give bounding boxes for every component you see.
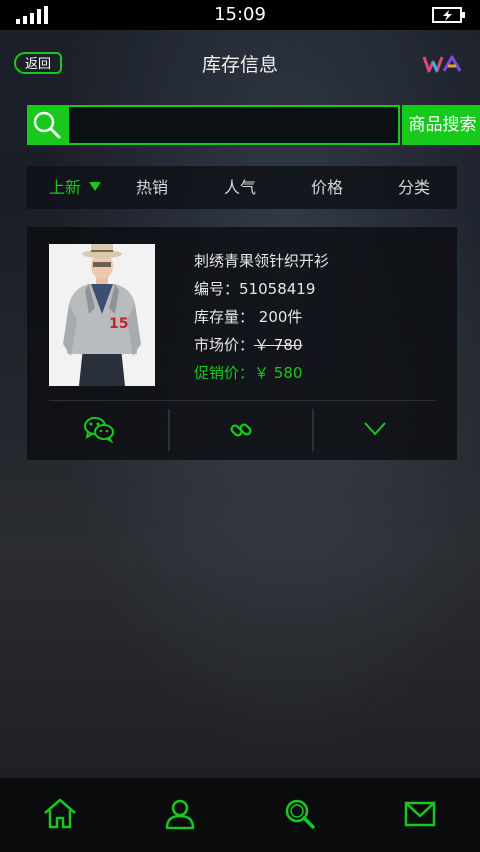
chevron-down-icon	[364, 422, 386, 436]
promo-price: ￥ 580	[254, 364, 303, 382]
stock-row: 库存量： 200件	[194, 303, 444, 331]
tab-new[interactable]: 上新	[35, 166, 115, 209]
nav-search[interactable]	[240, 778, 360, 852]
market-price-label: 市场价：	[194, 336, 255, 354]
header: 返回 库存信息	[0, 30, 480, 94]
market-price-row: 市场价：￥ 780	[194, 331, 444, 359]
search-input[interactable]	[67, 105, 400, 145]
bottom-nav	[0, 778, 480, 852]
promo-price-row: 促销价：￥ 580	[194, 359, 444, 387]
stock-value: 200件	[258, 308, 303, 326]
tab-category[interactable]: 分类	[381, 166, 447, 209]
product-name: 刺绣青果领针织开衫	[194, 252, 330, 270]
home-icon	[44, 798, 76, 829]
expand-button[interactable]	[316, 407, 456, 453]
search-bar: 商品搜索	[27, 105, 480, 145]
filter-tabs: 上新 热销 人气 价格 分类	[27, 166, 457, 209]
chevron-down-icon	[89, 182, 101, 191]
nav-home[interactable]	[0, 778, 120, 852]
tab-hot[interactable]: 热销	[119, 166, 185, 209]
nav-profile[interactable]	[120, 778, 240, 852]
wa-logo-icon	[422, 55, 462, 73]
product-card[interactable]: 15 刺绣青果领针织开衫 编号：51058419 库存量： 200件 市场价：￥…	[27, 227, 457, 460]
stock-label: 库存量：	[194, 308, 255, 326]
mail-icon	[404, 801, 436, 827]
product-code: 51058419	[239, 280, 316, 298]
card-divider	[49, 400, 435, 401]
product-image: 15	[49, 244, 155, 386]
link-icon	[230, 423, 252, 437]
page-title: 库存信息	[201, 54, 278, 76]
promo-price-label: 促销价：	[194, 364, 255, 382]
copy-link-button[interactable]	[172, 407, 312, 453]
nav-messages[interactable]	[360, 778, 480, 852]
search-icon	[27, 105, 67, 145]
market-price: ￥ 780	[254, 336, 303, 354]
battery-charging-icon	[432, 7, 465, 23]
code-label: 编号：	[194, 280, 240, 298]
user-icon	[165, 799, 195, 830]
action-divider	[168, 409, 170, 451]
svg-text:15: 15	[109, 316, 128, 332]
clock: 15:09	[214, 4, 266, 25]
wechat-share-button[interactable]	[29, 407, 169, 453]
product-search-button[interactable]: 商品搜索	[402, 105, 480, 145]
status-bar: 15:09	[0, 0, 480, 30]
search-icon	[285, 799, 315, 829]
action-divider	[312, 409, 314, 451]
tab-popular[interactable]: 人气	[207, 166, 273, 209]
product-info: 刺绣青果领针织开衫 编号：51058419 库存量： 200件 市场价：￥ 78…	[194, 247, 444, 387]
tab-price[interactable]: 价格	[294, 166, 360, 209]
wechat-icon	[84, 417, 114, 443]
product-code-row: 编号：51058419	[194, 275, 444, 303]
